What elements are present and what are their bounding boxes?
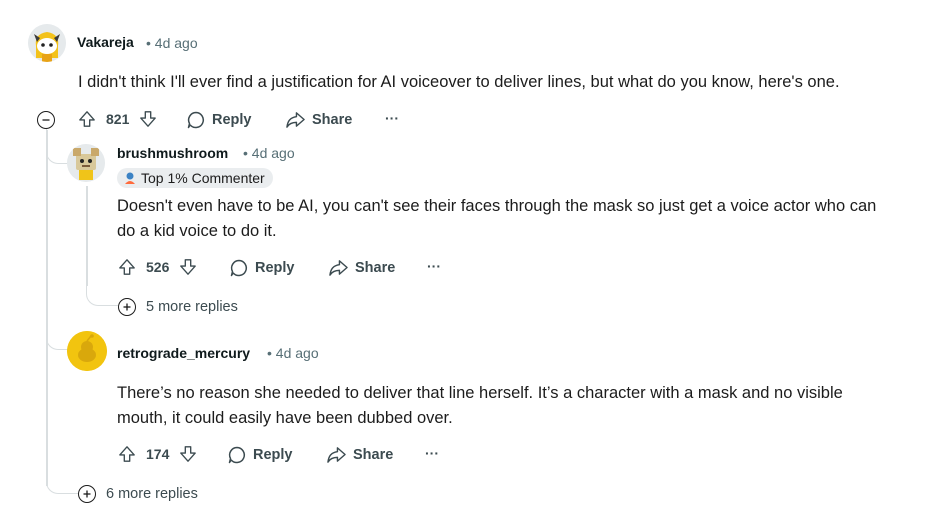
comment-author[interactable]: brushmushroom	[117, 145, 228, 161]
status-badge: Top 1% Commenter	[117, 168, 273, 188]
avatar[interactable]	[67, 331, 107, 371]
avatar[interactable]	[67, 144, 105, 182]
vote-count: 174	[146, 446, 170, 462]
more-replies-label: 6 more replies	[106, 486, 198, 502]
downvote-icon[interactable]	[139, 110, 157, 128]
share-button[interactable]: Share	[328, 258, 395, 277]
reply-button[interactable]: Reply	[227, 445, 293, 465]
more-options-button[interactable]: ···	[425, 445, 439, 461]
comment-bubble-icon	[228, 446, 246, 464]
snoo-avatar-icon	[67, 331, 107, 371]
snoo-avatar-icon	[28, 24, 66, 62]
thread-curve-reply1-more	[86, 282, 118, 306]
comment-author[interactable]: Vakareja	[77, 34, 134, 50]
share-icon	[286, 112, 305, 128]
upvote-icon[interactable]	[78, 110, 96, 128]
thread-curve-bottom	[46, 470, 78, 494]
more-replies-button[interactable]: 5 more replies	[118, 298, 238, 316]
reply-label: Reply	[255, 260, 295, 276]
plus-icon	[78, 485, 96, 503]
more-options-button[interactable]: ···	[427, 258, 441, 274]
thread-line-main	[46, 130, 48, 486]
comment-body-line: do a kid voice to do it.	[117, 222, 277, 240]
comment-body: There’s no reason she needed to deliver …	[117, 381, 927, 431]
comment-body-line: Doesn't even have to be AI, you can't se…	[117, 197, 877, 215]
comment-body: I didn't think I'll ever find a justific…	[78, 73, 840, 91]
avatar[interactable]	[28, 24, 66, 62]
share-icon	[327, 447, 346, 463]
minus-icon	[42, 119, 50, 121]
upvote-icon[interactable]	[118, 445, 136, 463]
more-options-icon: ···	[385, 110, 399, 126]
reply-label: Reply	[212, 112, 252, 128]
comment-body: Doesn't even have to be AI, you can't se…	[117, 194, 927, 244]
thread-curve-reply2	[46, 320, 68, 350]
snoo-avatar-icon	[67, 144, 105, 182]
vote-group: 526	[118, 258, 197, 276]
comment-timestamp: • 4d ago	[146, 35, 198, 51]
thread-line-reply1	[86, 186, 88, 286]
comment-bubble-icon	[230, 259, 248, 277]
reply-button[interactable]: Reply	[186, 110, 252, 130]
more-options-icon: ···	[425, 445, 439, 461]
share-button[interactable]: Share	[326, 445, 393, 464]
commenter-badge-icon	[125, 172, 135, 184]
badge-label: Top 1% Commenter	[141, 170, 265, 186]
share-button[interactable]: Share	[285, 110, 352, 129]
vote-count: 821	[106, 111, 130, 127]
downvote-icon[interactable]	[179, 445, 197, 463]
more-replies-button[interactable]: 6 more replies	[78, 485, 198, 503]
comment-timestamp: • 4d ago	[243, 145, 295, 161]
share-label: Share	[312, 111, 353, 128]
share-label: Share	[355, 259, 396, 276]
plus-icon	[118, 298, 136, 316]
comment-author[interactable]: retrograde_mercury	[117, 345, 250, 361]
more-options-icon: ···	[427, 258, 441, 274]
vote-count: 526	[146, 259, 170, 275]
vote-group: 174	[118, 445, 197, 463]
reply-label: Reply	[253, 447, 293, 463]
comment-bubble-icon	[187, 111, 205, 129]
more-replies-label: 5 more replies	[146, 299, 238, 315]
comment-body-line: mouth, it could easily have been dubbed …	[117, 409, 453, 427]
comment-timestamp: • 4d ago	[267, 345, 319, 361]
share-label: Share	[353, 446, 394, 463]
comment-body-line: There’s no reason she needed to deliver …	[117, 384, 843, 402]
vote-group: 821	[78, 110, 157, 128]
upvote-icon[interactable]	[118, 258, 136, 276]
thread-curve-reply1	[46, 128, 68, 164]
collapse-thread-button[interactable]	[37, 111, 55, 129]
reply-button[interactable]: Reply	[229, 258, 295, 278]
share-icon	[329, 260, 348, 276]
downvote-icon[interactable]	[179, 258, 197, 276]
more-options-button[interactable]: ···	[385, 110, 399, 126]
